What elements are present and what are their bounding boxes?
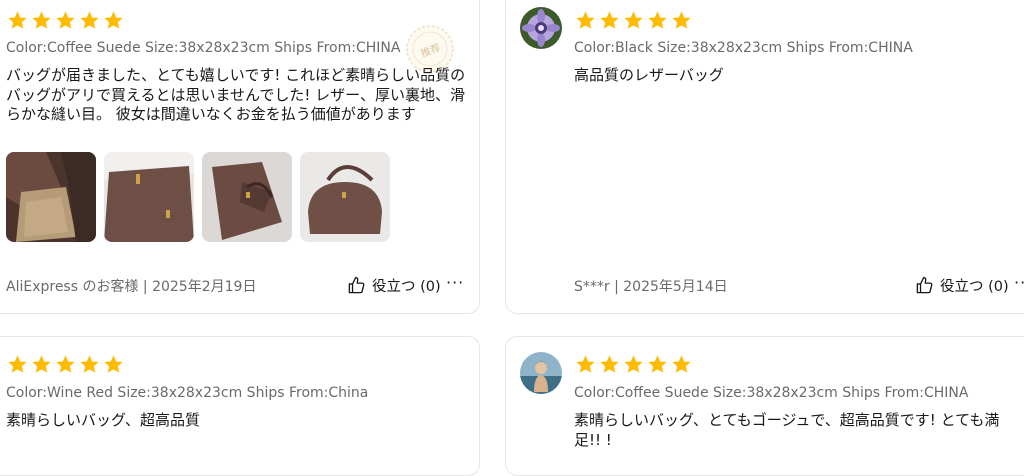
star-icon <box>79 354 100 375</box>
star-icon <box>647 10 668 31</box>
star-icon <box>623 354 644 375</box>
star-icon <box>623 10 644 31</box>
helpful-label: 役立つ (0) <box>372 279 441 295</box>
helpful-button[interactable]: 役立つ (0) <box>915 275 1009 296</box>
review-text: 素晴らしいバッグ、とてもゴージュで、超高品質です! とても満足!! ! <box>574 411 1000 449</box>
star-rating <box>575 10 692 31</box>
sku-info: Color:Coffee Suede Size:38x28x23cm Ships… <box>6 40 401 56</box>
more-icon[interactable]: ··· <box>446 273 464 292</box>
review-photo[interactable] <box>202 152 292 242</box>
helpful-button[interactable]: 役立つ (0) <box>347 275 441 296</box>
thumbs-up-icon <box>348 276 365 294</box>
star-rating <box>7 10 124 31</box>
star-icon <box>103 10 124 31</box>
star-icon <box>55 10 76 31</box>
star-icon <box>599 10 620 31</box>
star-icon <box>671 354 692 375</box>
review-author-date: S***r | 2025年5月14日 <box>574 279 728 295</box>
avatar <box>520 7 562 49</box>
star-icon <box>79 10 100 31</box>
star-icon <box>7 354 28 375</box>
star-icon <box>103 354 124 375</box>
avatar <box>520 352 562 394</box>
review-photo[interactable] <box>300 152 390 242</box>
star-icon <box>31 10 52 31</box>
review-photos <box>6 152 390 242</box>
star-icon <box>575 10 596 31</box>
star-icon <box>55 354 76 375</box>
review-text: バッグが届きました、とても嬉しいです! これほど素晴らしい品質のバッグがアリで買… <box>6 66 466 123</box>
star-icon <box>575 354 596 375</box>
helpful-label: 役立つ (0) <box>940 279 1009 295</box>
more-icon[interactable]: ··· <box>1014 273 1024 292</box>
thumbs-up-icon <box>916 276 933 294</box>
star-rating <box>575 354 692 375</box>
review-photo[interactable] <box>104 152 194 242</box>
star-icon <box>671 10 692 31</box>
review-text: 素晴らしいバッグ、超高品質 <box>6 411 200 429</box>
sku-info: Color:Coffee Suede Size:38x28x23cm Ships… <box>574 385 969 401</box>
star-icon <box>31 354 52 375</box>
star-icon <box>647 354 668 375</box>
review-photo[interactable] <box>6 152 96 242</box>
star-icon <box>7 10 28 31</box>
review-author-date: AliExpress のお客様 | 2025年2月19日 <box>6 279 257 295</box>
star-rating <box>7 354 124 375</box>
star-icon <box>599 354 620 375</box>
sku-info: Color:Black Size:38x28x23cm Ships From:C… <box>574 40 913 56</box>
sku-info: Color:Wine Red Size:38x28x23cm Ships Fro… <box>6 385 369 401</box>
review-text: 高品質のレザーバッグ <box>574 66 724 84</box>
